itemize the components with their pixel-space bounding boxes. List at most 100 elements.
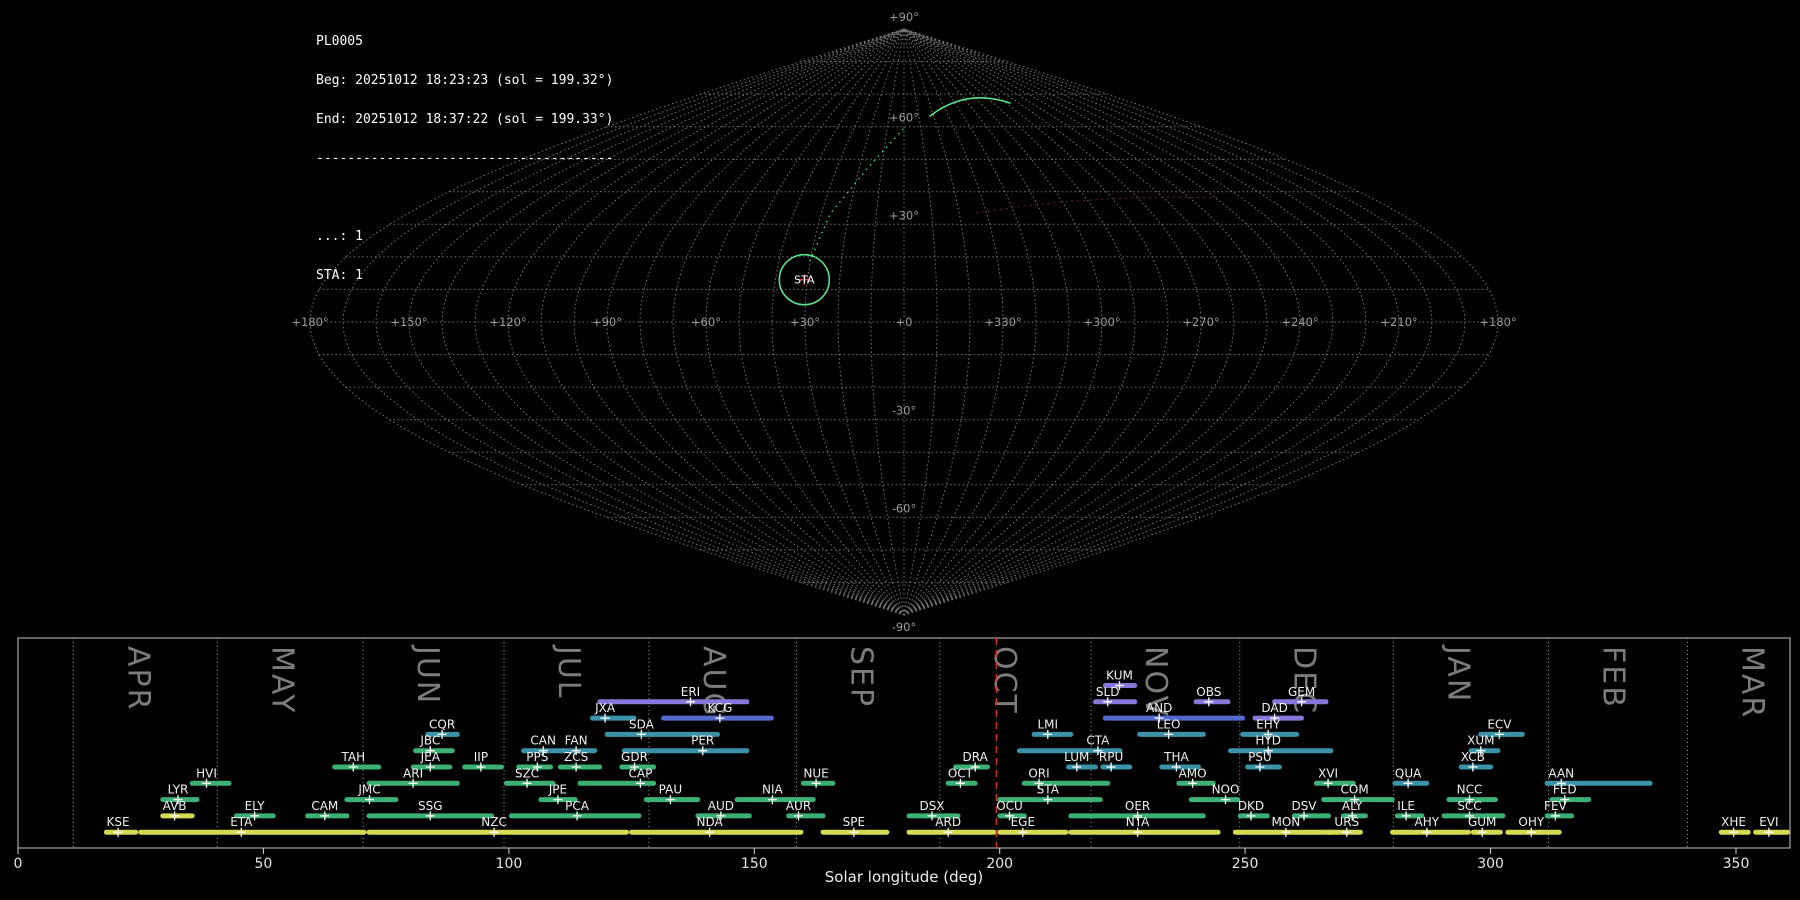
shower-code-label: CAM — [311, 799, 338, 813]
shower-code-label: SZC — [515, 766, 539, 780]
shower-code-label: PSU — [1248, 750, 1272, 764]
shower-code-label: AUD — [708, 799, 734, 813]
activity-bar — [1470, 829, 1503, 835]
shower-code-label: AVB — [163, 799, 187, 813]
shower-obs: OBS — [1193, 685, 1231, 707]
shower-code-label: XHE — [1721, 815, 1746, 829]
shower-code-label: DRA — [963, 750, 989, 764]
x-axis: 0 50 100 150 200 250 300 350 Solar longitude (de… — [14, 848, 1749, 886]
shower-hvi: HVI — [189, 766, 232, 788]
session-blank — [316, 191, 613, 204]
shower-code-label: FED — [1553, 783, 1577, 797]
shower-code-label: ERI — [681, 685, 700, 699]
latitude-label: -60° — [892, 501, 917, 515]
shower-eta: ETA — [138, 815, 367, 837]
shower-code-label: CTA — [1086, 734, 1110, 748]
count-sta: STA: 1 — [316, 268, 363, 283]
month-label: JUL — [551, 644, 586, 700]
shower-code-label: NUE — [803, 766, 828, 780]
shower-noo: NOO — [1188, 783, 1241, 805]
activity-bar — [1093, 699, 1138, 705]
shower-code-label: ALY — [1342, 799, 1363, 813]
shower-code-label: NZC — [481, 815, 507, 829]
shower-code-label: AND — [1146, 701, 1172, 715]
activity-bar — [1188, 797, 1241, 803]
month-label: JAN — [1440, 644, 1475, 703]
session-info: PL0005 Beg: 20251012 18:23:23 (sol = 199… — [316, 9, 613, 308]
shower-code-label: IIP — [474, 750, 488, 764]
shower-code-label: CAN — [530, 734, 556, 748]
faint-ecliptic-arc — [975, 196, 1218, 214]
tick-label: 150 — [741, 856, 768, 872]
shower-ohy: OHY — [1505, 815, 1562, 837]
equator-label: +240° — [1281, 315, 1318, 329]
shower-kse: KSE — [103, 815, 139, 837]
month-label: DEC — [1287, 646, 1322, 715]
shower-code-label: OBS — [1196, 685, 1221, 699]
shower-code-label: JMC — [357, 783, 380, 797]
shower-code-label: ELY — [245, 799, 266, 813]
shower-code-label: SCC — [1457, 799, 1481, 813]
month-label: JUN — [410, 644, 445, 705]
shower-bars: KUM ERI SLD OBS GEM JXA KCG AND DAD CQR SDA LMI LEO E… — [103, 669, 1790, 837]
shower-ege: EGE — [997, 815, 1069, 837]
shower-code-label: ORI — [1028, 766, 1049, 780]
shower-nda: NDA — [629, 815, 804, 837]
tick-label: 0 — [14, 856, 23, 872]
equator-label: +120° — [489, 315, 526, 329]
session-separator: -------------------------------------- — [316, 151, 614, 166]
equator-label: +180° — [1479, 315, 1516, 329]
equator-label: +150° — [390, 315, 427, 329]
x-axis-title: Solar longitude (deg) — [825, 868, 983, 886]
shower-code-label: LEO — [1157, 717, 1181, 731]
shower-code-label: AAN — [1548, 766, 1574, 780]
shower-code-label: FAN — [565, 734, 588, 748]
shower-lum: LUM — [1064, 750, 1098, 772]
shower-code-label: PCA — [565, 799, 590, 813]
shower-dkd: DKD — [1237, 799, 1270, 821]
shower-code-label: NCC — [1457, 783, 1483, 797]
shower-kcg: KCG — [661, 701, 774, 723]
shower-fev: FEV — [1544, 799, 1575, 821]
shower-nzc: NZC — [366, 815, 630, 837]
shower-pau: PAU — [643, 783, 701, 805]
shower-tah: TAH — [332, 750, 382, 772]
shower-code-label: KCG — [707, 701, 732, 715]
shower-code-label: PER — [691, 734, 714, 748]
shower-code-label: SPE — [843, 815, 865, 829]
shower-code-label: GDR — [621, 750, 648, 764]
shower-code-label: URS — [1334, 815, 1359, 829]
activity-timeline-chart: APR MAY JUN JUL AUG SEP OCT NOV DEC JAN FEB MARKUME… — [14, 637, 1791, 886]
shower-code-label: ARI — [403, 766, 423, 780]
shower-cam: CAM — [305, 799, 350, 821]
shower-oct: OCT — [945, 766, 978, 788]
equator-label: +180° — [291, 315, 328, 329]
shower-leo: LEO — [1137, 717, 1206, 739]
shower-code-label: CAP — [628, 766, 652, 780]
shower-code-label: OHY — [1518, 815, 1544, 829]
activity-bar — [786, 813, 826, 819]
shower-code-label: AHY — [1415, 815, 1440, 829]
shower-code-label: AUR — [786, 799, 811, 813]
tick-label: 100 — [496, 856, 523, 872]
equator-label: +210° — [1380, 315, 1417, 329]
shower-code-label: SLD — [1096, 685, 1120, 699]
activity-bar — [629, 829, 804, 835]
month-label: OCT — [987, 646, 1022, 715]
shower-psu: PSU — [1245, 750, 1282, 772]
shower-code-label: EGE — [1011, 815, 1035, 829]
month-label: MAY — [264, 646, 299, 714]
shower-code-label: KUM — [1106, 669, 1133, 683]
shower-code-label: ETA — [230, 815, 253, 829]
shower-aur: AUR — [786, 799, 826, 821]
session-end: End: 20251012 18:37:22 (sol = 199.33°) — [316, 112, 614, 127]
latitude-label: +30° — [889, 208, 919, 222]
shower-code-label: JBC — [419, 734, 440, 748]
shower-code-label: ARD — [935, 815, 961, 829]
shower-code-label: TAH — [340, 750, 365, 764]
shower-lmi: LMI — [1031, 717, 1074, 739]
shower-code-label: ILE — [1397, 799, 1415, 813]
shower-code-label: JPE — [548, 783, 567, 797]
shower-ard: ARD — [906, 815, 997, 837]
radiant-label: STA — [794, 274, 815, 287]
